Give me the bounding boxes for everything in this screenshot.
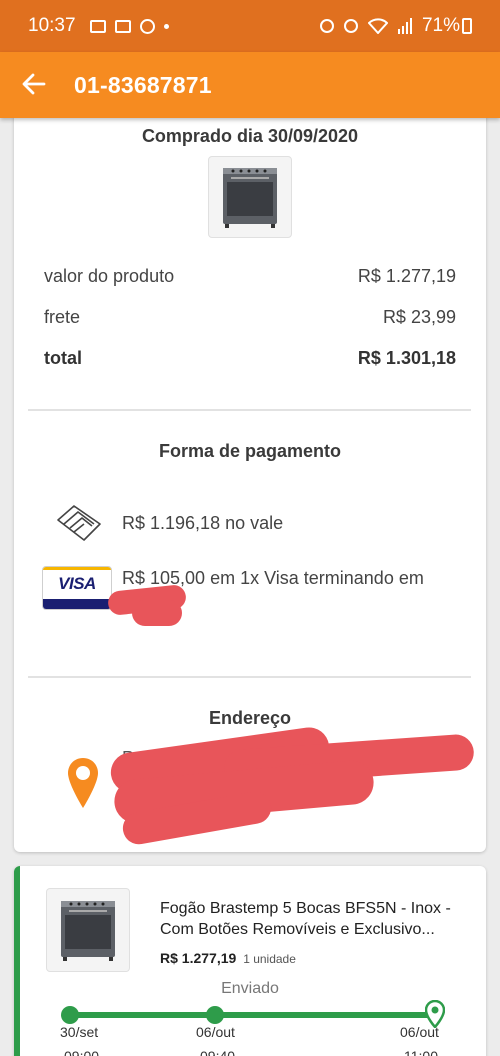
app-bar: 01-83687871 (0, 52, 500, 118)
divider (28, 409, 471, 411)
product-thumbnail[interactable] (46, 888, 130, 972)
status-accent-bar (14, 866, 20, 1056)
shipping-row: frete R$ 23,99 (44, 307, 456, 328)
chrome-icon (139, 18, 155, 34)
order-number-title: 01-83687871 (74, 71, 212, 98)
more-notifications-icon (163, 23, 169, 29)
shipping-label: frete (44, 307, 81, 327)
step-time: 09:40 (200, 1048, 236, 1056)
payment-title: Forma de pagamento (158, 441, 342, 461)
product-name[interactable]: Fogão Brastemp 5 Bocas BFS5N - Inox - Co… (160, 898, 470, 940)
stove-image (61, 901, 115, 961)
product-quantity: 1 unidade (243, 952, 296, 966)
status-bar: 10:37 71% (0, 0, 500, 52)
product-value-label: valor do produto (44, 266, 175, 286)
visa-card-icon: VISA (42, 566, 112, 610)
product-value-row: valor do produto R$ 1.277,19 (44, 266, 456, 287)
back-arrow-icon[interactable] (22, 73, 48, 97)
redaction-mark (132, 600, 182, 626)
signal-icon (397, 18, 412, 34)
product-price: R$ 1.277,19 (160, 950, 237, 966)
location-pin-icon (68, 758, 98, 808)
step-date: 06/out (400, 1024, 439, 1040)
battery-percent: 71% (422, 15, 472, 37)
system-icons: 71% (319, 15, 472, 37)
product-thumbnail[interactable] (208, 156, 292, 238)
status-time: 10:37 (28, 15, 76, 36)
step-date: 06/out (196, 1024, 235, 1040)
gallery-icon (89, 19, 106, 33)
product-tracking-card[interactable]: Fogão Brastemp 5 Bocas BFS5N - Inox - Co… (14, 866, 486, 1056)
mute-icon (343, 19, 358, 33)
purchase-date: Comprado dia 30/09/2020 (141, 126, 359, 146)
product-value-amount: R$ 1.277,19 (357, 266, 456, 286)
wifi-icon (367, 18, 388, 34)
voucher-icon (57, 505, 101, 541)
laptop-icon (114, 19, 131, 33)
total-row: total R$ 1.301,18 (44, 348, 456, 369)
voucher-payment-text: R$ 1.196,18 no vale (122, 513, 284, 533)
stove-image (223, 168, 277, 228)
address-title: Endereço (208, 708, 292, 728)
shipping-amount: R$ 23,99 (382, 307, 456, 327)
card-brand: VISA (58, 574, 96, 593)
tracking-step-node (61, 1006, 79, 1024)
tracking-step-node (206, 1006, 224, 1024)
step-time: 11:00 (404, 1048, 438, 1056)
total-amount: R$ 1.301,18 (357, 348, 456, 368)
step-date: 30/set (60, 1024, 99, 1040)
total-label: total (44, 348, 82, 368)
alarm-icon (319, 19, 334, 33)
shipping-status: Enviado (221, 980, 279, 997)
step-time: 09:00 (64, 1048, 100, 1056)
tracking-progress-line (70, 1012, 436, 1018)
divider (28, 676, 471, 678)
order-details-card: Comprado dia 30/09/2020 valor do produto… (14, 110, 486, 852)
notification-icons (89, 18, 169, 34)
product-price-line: R$ 1.277,19 1 unidade (160, 950, 296, 966)
battery-icon (462, 17, 472, 34)
